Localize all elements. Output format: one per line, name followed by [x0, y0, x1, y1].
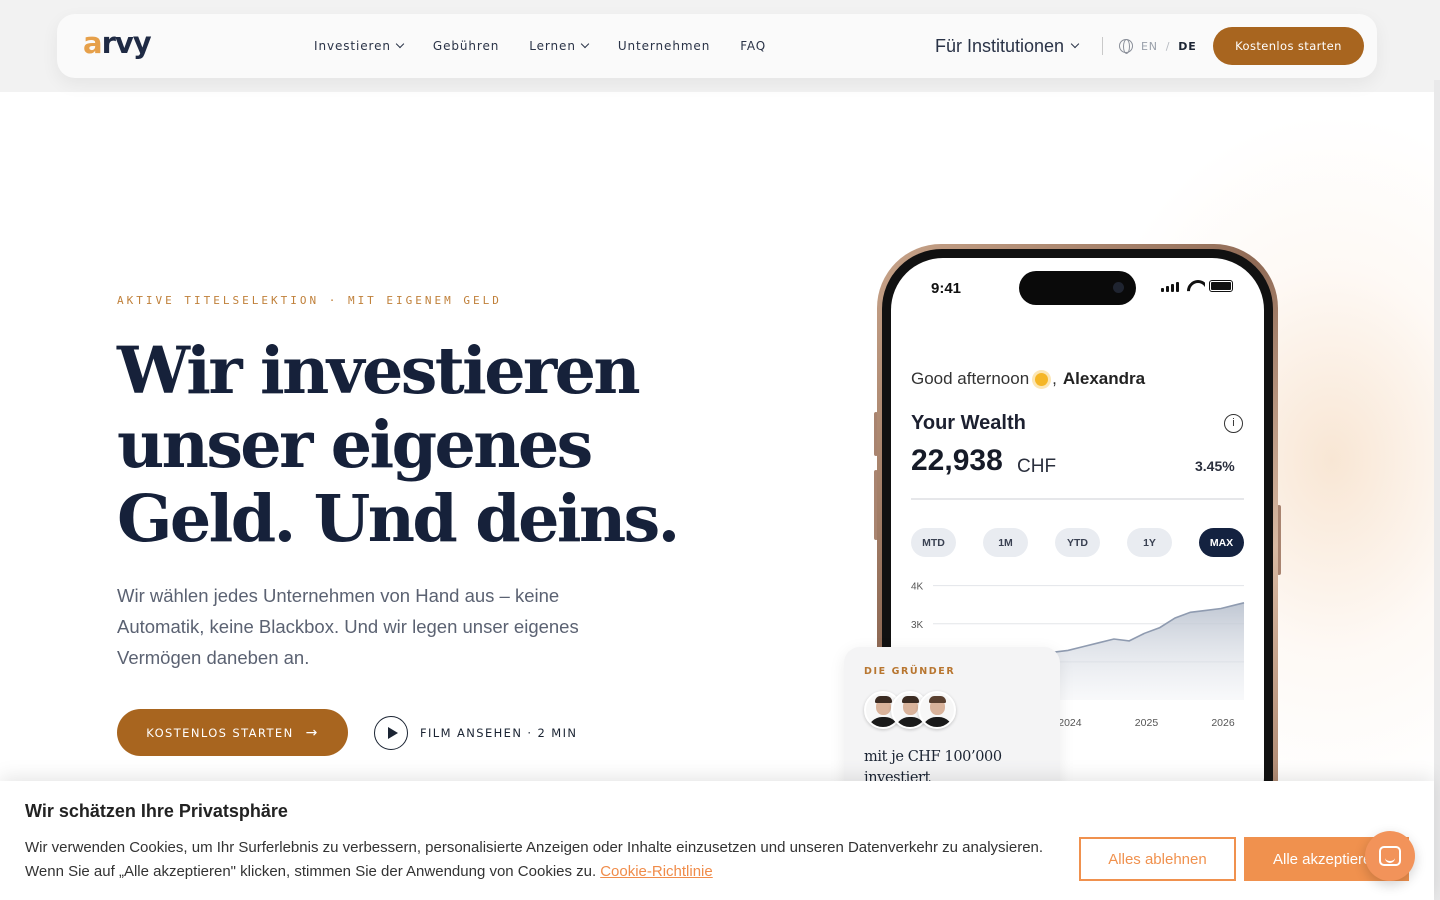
user-name: Alexandra — [1062, 369, 1146, 388]
play-icon — [374, 716, 408, 750]
range-max[interactable]: MAX — [1199, 528, 1244, 557]
wifi-icon — [1187, 280, 1205, 292]
chevron-down-icon — [580, 39, 590, 49]
wealth-currency: CHF — [1017, 456, 1057, 477]
nav-item-unternehmen[interactable]: Unternehmen — [618, 39, 710, 53]
nav-item-label: Lernen — [529, 39, 576, 53]
watch-film-label: FILM ANSEHEN · 2 MIN — [420, 726, 578, 740]
hero-headline: Wir investieren unser eigenes Geld. Und … — [117, 333, 680, 557]
cookie-title: Wir schätzen Ihre Privatsphäre — [25, 801, 288, 821]
arvy-logo[interactable]: arvy — [83, 26, 152, 60]
language-switcher: EN / DE — [1119, 14, 1197, 78]
watch-film-button[interactable]: FILM ANSEHEN · 2 MIN — [374, 716, 577, 750]
sun-icon — [1035, 372, 1049, 386]
chat-icon — [1379, 846, 1401, 866]
wealth-divider — [911, 498, 1244, 500]
logo-letter-a: a — [83, 26, 103, 60]
y-tick-label: 3K — [911, 620, 924, 631]
nav-item-label: FAQ — [740, 39, 767, 53]
nav-item-lernen[interactable]: Lernen — [529, 39, 590, 53]
nav-divider — [1102, 37, 1103, 55]
founders-label: DIE GRÜNDER — [864, 666, 956, 677]
hero-cta-label: KOSTENLOS STARTEN — [146, 725, 294, 740]
hero-subtext: Wir wählen jedes Unternehmen von Hand au… — [117, 585, 579, 668]
lang-separator: / — [1165, 39, 1171, 53]
greeting: Good afternoon , Alexandra — [911, 369, 1145, 389]
reject-all-button[interactable]: Alles ablehnen — [1079, 837, 1236, 881]
institutions-dropdown[interactable]: Für Institutionen — [935, 14, 1080, 78]
range-1y[interactable]: 1Y — [1127, 528, 1172, 557]
wealth-change: 3.45% — [1195, 458, 1235, 474]
range-ytd[interactable]: YTD — [1055, 528, 1100, 557]
chevron-down-icon — [395, 39, 405, 49]
wealth-label: Your Wealth — [911, 412, 1026, 434]
nav-item-label: Investieren — [314, 39, 391, 53]
greeting-text: Good afternoon — [911, 369, 1030, 388]
arrow-right-icon: → — [305, 724, 319, 741]
range-selector: MTD 1M YTD 1Y MAX — [911, 528, 1244, 557]
logo-wordmark: rvy — [101, 26, 152, 60]
chat-launcher-button[interactable] — [1365, 831, 1415, 881]
x-tick-label: 2026 — [1211, 717, 1235, 729]
greeting-comma: , — [1052, 369, 1057, 388]
hero-eyebrow: AKTIVE TITELSELEKTION · MIT EIGENEM GELD — [117, 294, 502, 307]
globe-icon — [1119, 39, 1133, 54]
hero-start-free-button[interactable]: KOSTENLOS STARTEN → — [117, 709, 348, 756]
cookie-description: Wir verwenden Cookies, um Ihr Surferlebn… — [25, 839, 1044, 880]
wealth-value: 22,938 — [911, 444, 1003, 477]
cookie-policy-link[interactable]: Cookie-Richtlinie — [600, 863, 713, 880]
nav-item-gebuehren[interactable]: Gebühren — [433, 39, 499, 53]
nav-start-free-button[interactable]: Kostenlos starten — [1213, 27, 1364, 65]
status-time: 9:41 — [931, 280, 962, 297]
dynamic-island — [1019, 271, 1136, 305]
founders-avatars — [864, 691, 956, 729]
nav-item-label: Unternehmen — [617, 39, 711, 53]
battery-icon — [1209, 280, 1233, 292]
chevron-down-icon — [1070, 39, 1080, 49]
nav-item-faq[interactable]: FAQ — [740, 39, 766, 53]
signal-icon — [1161, 282, 1179, 292]
nav-links: Investieren Gebühren Lernen Unternehmen … — [314, 14, 766, 78]
cookie-text-block: Wir verwenden Cookies, um Ihr Surferlebn… — [25, 836, 1060, 884]
info-icon[interactable]: i — [1224, 414, 1243, 433]
range-1m[interactable]: 1M — [983, 528, 1028, 557]
institutions-label: Für Institutionen — [935, 35, 1065, 56]
lang-de-link[interactable]: DE — [1178, 40, 1196, 53]
nav-item-investieren[interactable]: Investieren — [314, 39, 405, 53]
range-mtd[interactable]: MTD — [911, 528, 956, 557]
y-tick-label: 4K — [911, 582, 924, 593]
avatar — [918, 691, 956, 729]
main-navbar: arvy Investieren Gebühren Lernen Unterne… — [57, 14, 1377, 78]
x-tick-label: 2025 — [1135, 717, 1159, 729]
page-scrollbar[interactable] — [1434, 80, 1440, 900]
cookie-banner: Wir schätzen Ihre Privatsphäre Wir verwe… — [0, 781, 1434, 900]
nav-item-label: Gebühren — [432, 39, 500, 53]
lang-en-link[interactable]: EN — [1141, 40, 1158, 53]
x-tick-label: 2024 — [1058, 717, 1082, 729]
